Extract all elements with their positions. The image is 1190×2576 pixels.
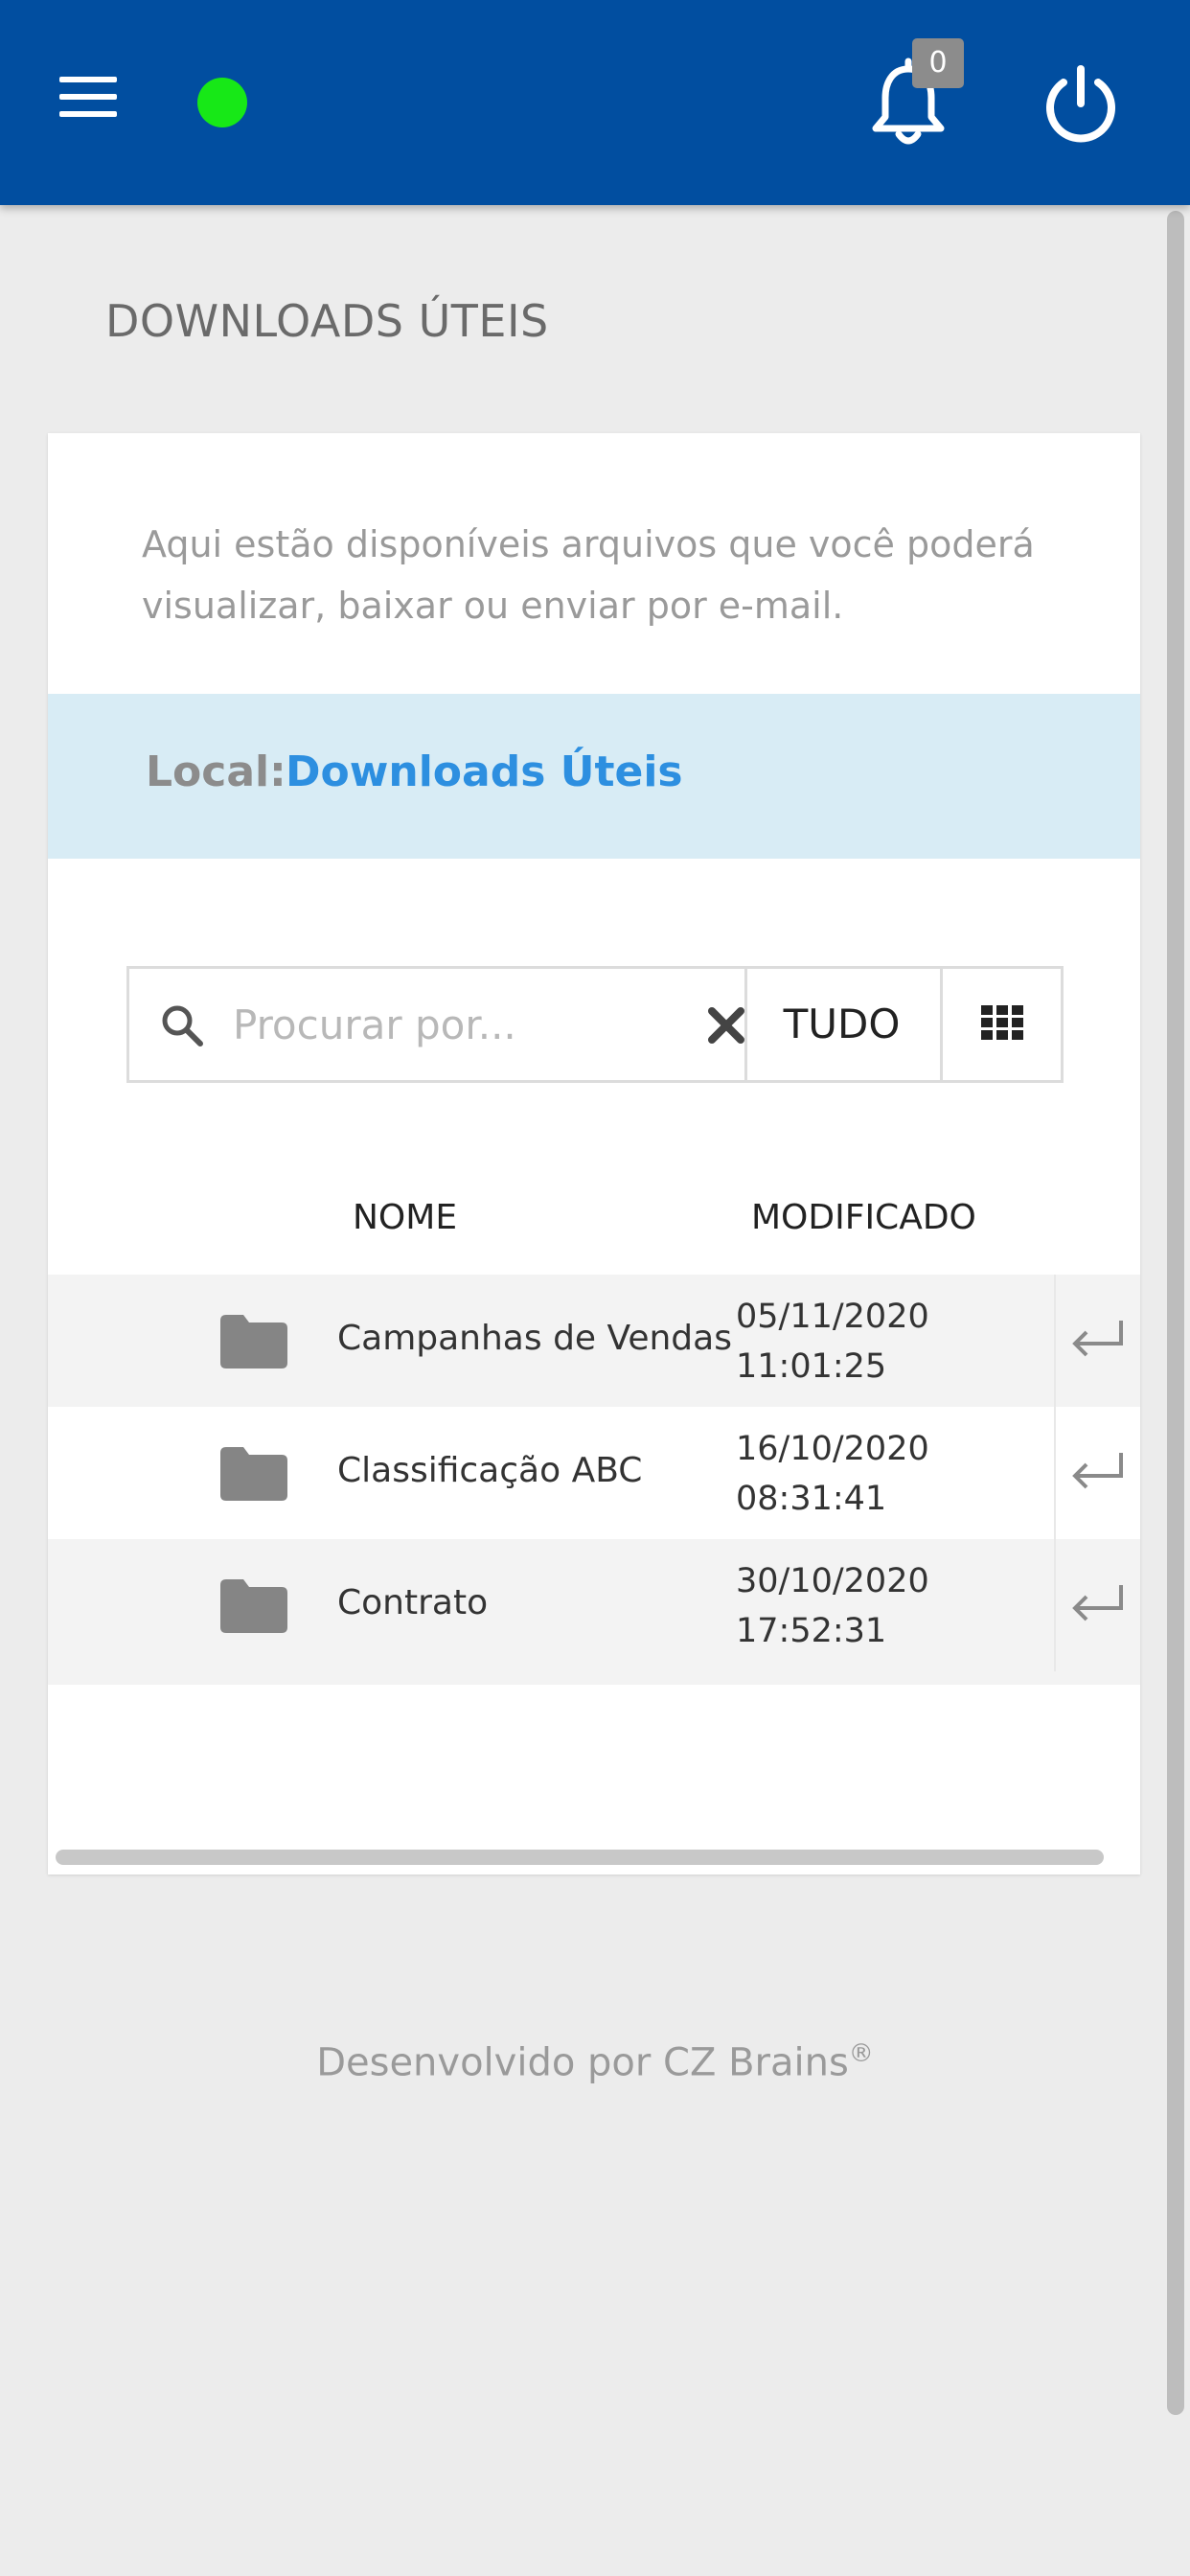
- column-header-modified[interactable]: MODIFICADO: [751, 1198, 976, 1237]
- search-bar: TUDO: [126, 966, 1064, 1083]
- return-arrow-icon: [1072, 1321, 1123, 1357]
- menu-icon[interactable]: [59, 75, 123, 119]
- footer-credits: Desenvolvido por CZ Brains®: [0, 2039, 1190, 2084]
- folder-icon: [220, 1315, 287, 1368]
- footer-text: Desenvolvido por CZ Brains: [316, 2040, 849, 2085]
- grid-view-button[interactable]: [940, 969, 1061, 1080]
- card-description: Aqui estão disponíveis arquivos que você…: [142, 523, 1035, 627]
- file-name: Contrato: [337, 1583, 489, 1622]
- modified-day: 30/10/2020: [736, 1562, 929, 1600]
- modified-date: 05/11/2020 11:01:25: [736, 1292, 929, 1392]
- folder-icon: [220, 1447, 287, 1501]
- file-name: Classificação ABC: [337, 1451, 643, 1490]
- online-status-indicator: [197, 78, 247, 127]
- filter-all-button[interactable]: TUDO: [744, 969, 936, 1080]
- open-folder-button[interactable]: [1054, 1407, 1140, 1539]
- table-row[interactable]: Campanhas de Vendas 05/11/2020 11:01:25: [48, 1275, 1140, 1407]
- search-input[interactable]: [233, 986, 683, 1063]
- open-folder-button[interactable]: [1054, 1275, 1140, 1407]
- location-breadcrumb: Local: Downloads Úteis: [48, 694, 1140, 859]
- location-link[interactable]: Downloads Úteis: [286, 748, 683, 796]
- modified-time: 11:01:25: [736, 1347, 887, 1386]
- modified-day: 16/10/2020: [736, 1430, 929, 1468]
- folder-icon: [220, 1579, 287, 1633]
- return-arrow-icon: [1072, 1453, 1123, 1489]
- page-title: DOWNLOADS ÚTEIS: [105, 295, 549, 347]
- registered-mark: ®: [848, 2039, 874, 2068]
- downloads-card: Aqui estão disponíveis arquivos que você…: [48, 433, 1140, 1874]
- file-name: Campanhas de Vendas: [337, 1319, 732, 1358]
- table-horizontal-scrollbar[interactable]: [56, 1850, 1104, 1865]
- modified-day: 05/11/2020: [736, 1298, 929, 1336]
- table-row[interactable]: Classificação ABC 16/10/2020 08:31:41: [48, 1407, 1140, 1539]
- column-header-name[interactable]: NOME: [353, 1198, 457, 1237]
- notification-count-badge: 0: [912, 38, 964, 88]
- search-icon: [158, 1001, 206, 1049]
- modified-time: 08:31:41: [736, 1480, 887, 1518]
- return-arrow-icon: [1072, 1585, 1123, 1622]
- location-label: Local:: [146, 748, 286, 796]
- modified-time: 17:52:31: [736, 1612, 887, 1650]
- power-icon[interactable]: [1042, 63, 1119, 146]
- clear-search-icon[interactable]: [702, 1001, 750, 1049]
- open-folder-button[interactable]: [1054, 1539, 1140, 1671]
- grid-icon: [981, 1005, 1023, 1040]
- modified-date: 30/10/2020 17:52:31: [736, 1556, 929, 1656]
- table-row[interactable]: Contrato 30/10/2020 17:52:31: [48, 1539, 1140, 1685]
- top-app-bar: 0: [0, 0, 1190, 205]
- modified-date: 16/10/2020 08:31:41: [736, 1424, 929, 1524]
